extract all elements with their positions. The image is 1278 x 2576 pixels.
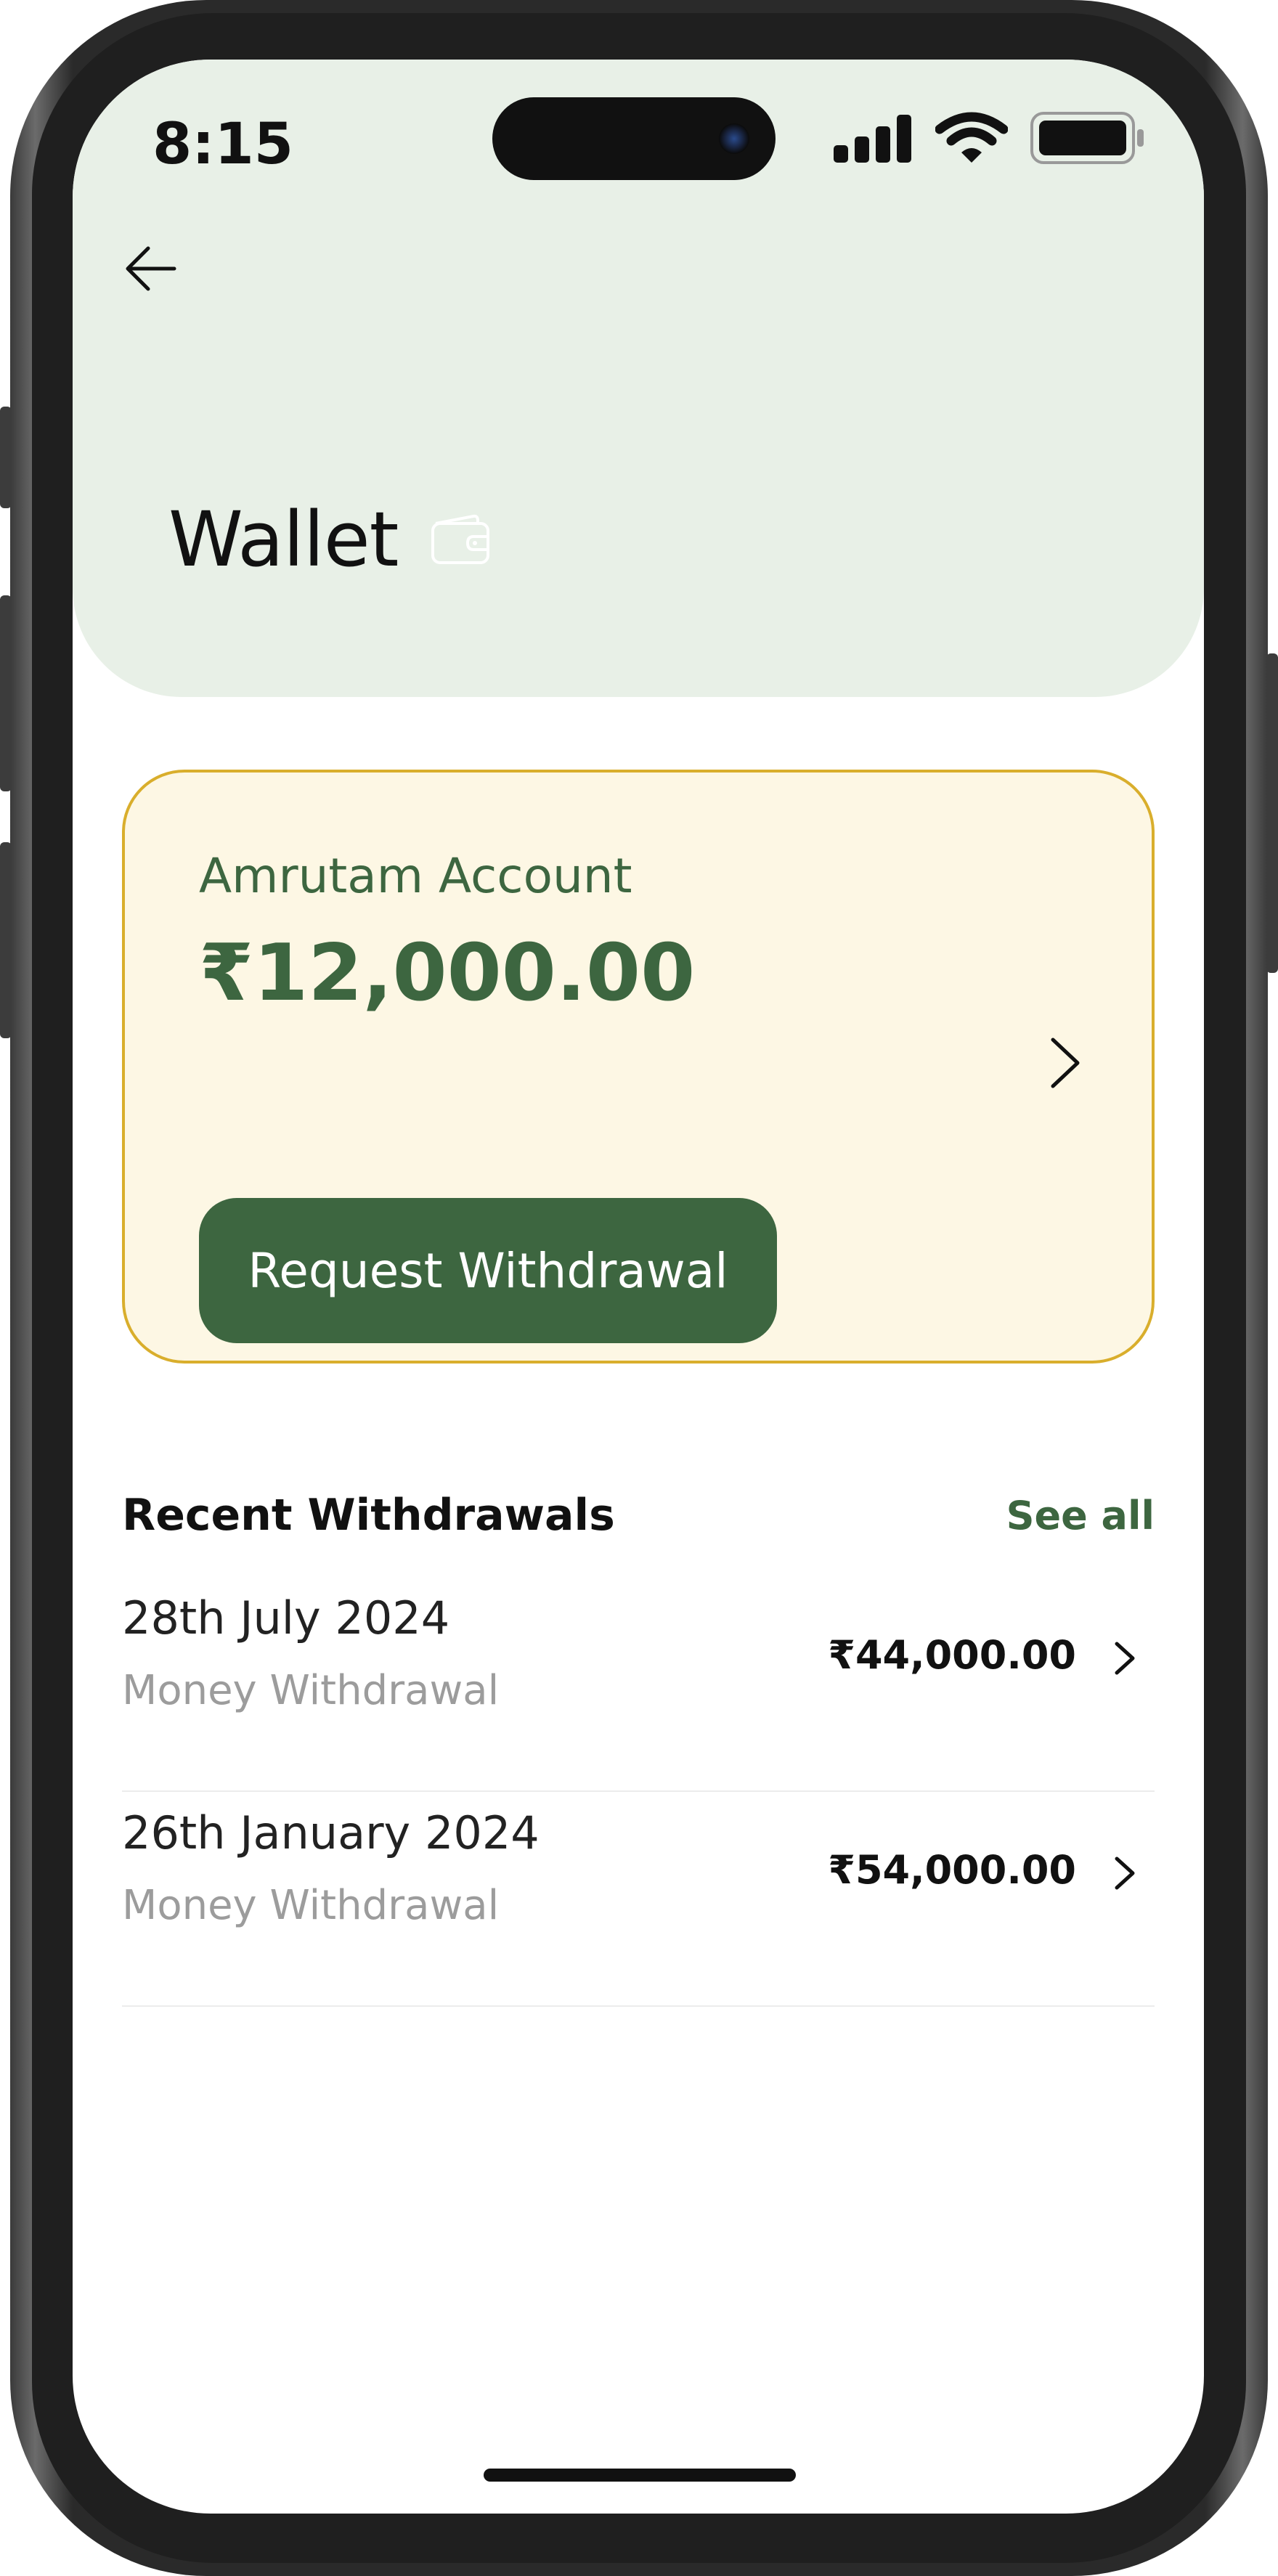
chevron-right-icon (1115, 1642, 1135, 1675)
request-withdrawal-button[interactable]: Request Withdrawal (199, 1198, 777, 1343)
section-title: Recent Withdrawals (122, 1490, 615, 1541)
withdrawal-type: Money Withdrawal (122, 1882, 500, 1929)
chevron-right-icon (1051, 1038, 1080, 1088)
volume-down-button (0, 842, 12, 1038)
screen: 8:15 Wallet Amrutam Account ₹12,000.00 R… (73, 60, 1204, 2514)
power-button (1266, 653, 1278, 973)
action-button (0, 407, 12, 508)
withdrawal-item[interactable]: 28th July 2024 Money Withdrawal ₹44,000.… (122, 1577, 1155, 1792)
chevron-right-icon (1115, 1856, 1135, 1890)
header: 8:15 Wallet (73, 60, 1204, 697)
withdrawal-amount: ₹54,000.00 (828, 1847, 1076, 1893)
see-all-link[interactable]: See all (1006, 1493, 1155, 1538)
battery-icon (1030, 112, 1144, 164)
wallet-icon (431, 514, 490, 564)
wifi-icon (935, 112, 1008, 163)
account-card[interactable]: Amrutam Account ₹12,000.00 Request Withd… (122, 770, 1155, 1364)
account-balance: ₹12,000.00 (199, 928, 696, 1019)
signal-icon (834, 115, 911, 163)
recent-withdrawals-header: Recent Withdrawals See all (122, 1490, 1155, 1541)
title-row: Wallet (168, 495, 491, 584)
withdrawal-item[interactable]: 26th January 2024 Money Withdrawal ₹54,0… (122, 1792, 1155, 2007)
page-title: Wallet (168, 495, 399, 584)
withdrawal-amount: ₹44,000.00 (828, 1632, 1076, 1678)
volume-up-button (0, 595, 12, 791)
home-indicator[interactable] (484, 2469, 796, 2482)
back-button[interactable] (116, 234, 186, 303)
camera-icon (719, 123, 749, 154)
arrow-left-icon (126, 246, 176, 291)
account-label: Amrutam Account (199, 848, 632, 904)
status-icons (834, 109, 1146, 167)
withdrawal-list: 28th July 2024 Money Withdrawal ₹44,000.… (122, 1577, 1155, 2007)
status-time: 8:15 (152, 112, 294, 177)
dynamic-island (492, 97, 776, 180)
withdrawal-date: 26th January 2024 (122, 1806, 540, 1859)
withdrawal-type: Money Withdrawal (122, 1667, 500, 1714)
withdrawal-date: 28th July 2024 (122, 1591, 450, 1644)
